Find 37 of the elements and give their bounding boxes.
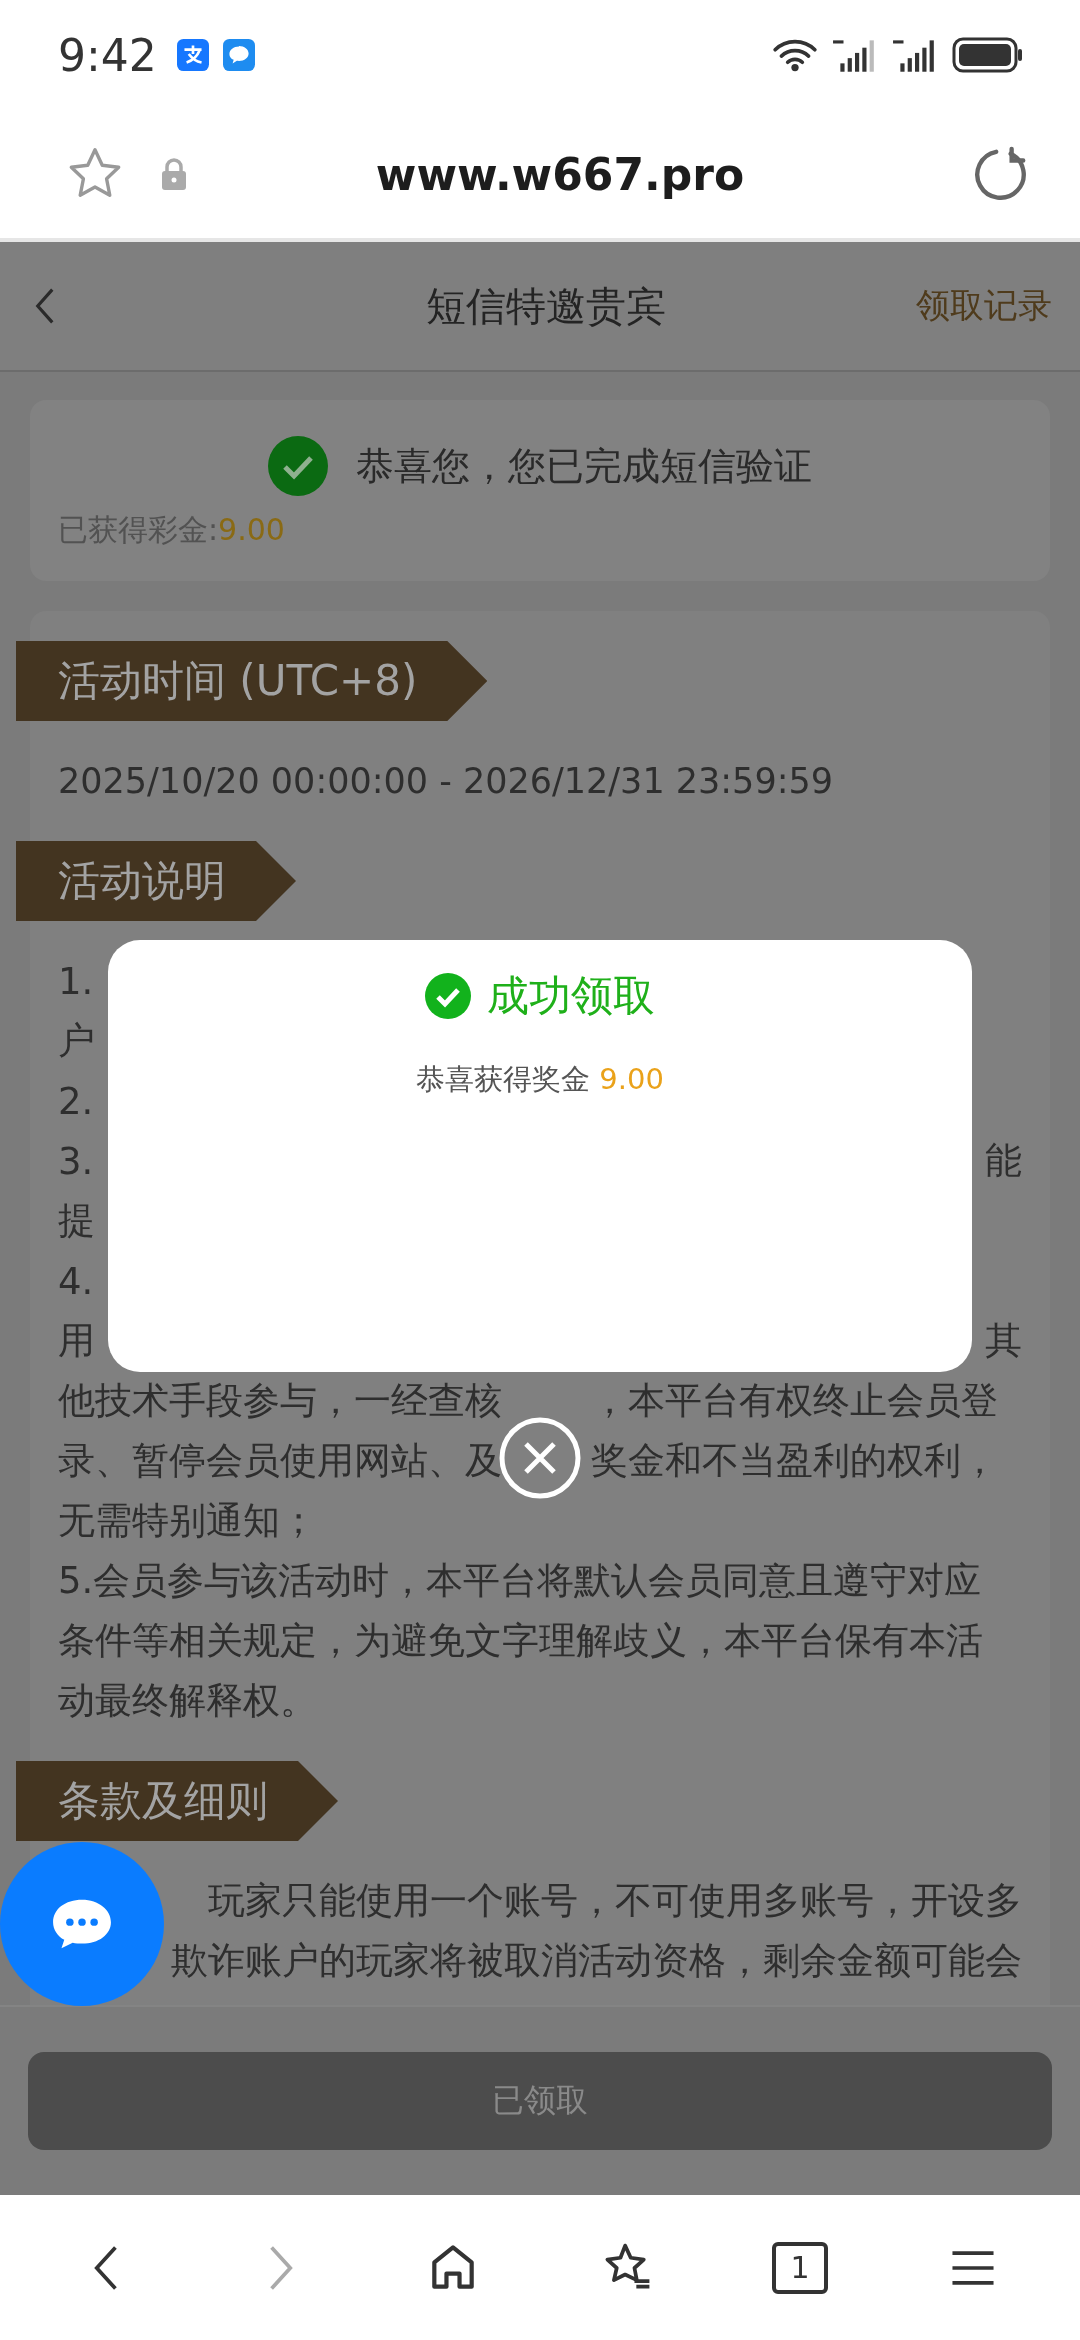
body-text: 他技术手段参与，一经查核: [58, 1378, 502, 1424]
body-text: 其: [985, 1318, 1022, 1364]
section-heading: 条款及细则: [16, 1761, 338, 1841]
lock-icon: [160, 157, 188, 191]
body-text: 提: [58, 1198, 95, 1244]
body-text: 户: [58, 1018, 95, 1064]
body-text: 2025/10/20 00:00:00 - 2026/12/31 23:59:59: [58, 761, 833, 801]
status-time: 9:42: [58, 29, 157, 81]
body-text: 1.: [58, 959, 94, 1003]
dialog-message: 恭喜获得奖金 9.00: [416, 1061, 664, 1098]
check-icon: [268, 436, 328, 496]
body-text: 无需特别通知；: [58, 1498, 317, 1544]
body-text: 动最终解释权。: [58, 1678, 317, 1724]
tabs-button[interactable]: 1: [771, 2241, 828, 2294]
body-text: 用: [58, 1318, 95, 1364]
wifi-icon: [772, 38, 818, 72]
body-text: 5.会员参与该活动时，本平台将默认会员同意且遵守对应: [58, 1558, 982, 1604]
body-text: ，本平台有权终止会员登: [590, 1378, 998, 1424]
page-title: 短信特邀贵宾: [425, 281, 667, 331]
dialog-title: 成功领取: [487, 970, 655, 1022]
body-text: 录、暂停会员使用网站、及: [58, 1438, 502, 1484]
body-text: 4.: [58, 1259, 94, 1303]
body-text: 能: [985, 1138, 1022, 1184]
chat-app-icon: [222, 39, 255, 71]
check-icon: [425, 973, 471, 1019]
body-text: 欺诈账户的玩家将被取消活动资格，剩余金额可能会: [171, 1938, 1022, 1984]
body-text: 玩家只能使用一个账号，不可使用多账号，开设多: [208, 1878, 1022, 1924]
battery-icon: [952, 37, 1024, 73]
body-text: 3.: [58, 1139, 94, 1183]
section-heading: 活动说明: [16, 841, 296, 921]
url-text[interactable]: www.w667.pro: [188, 148, 972, 200]
body-text: 条件等相关规定，为避免文字理解歧义，本平台保有本活: [58, 1618, 983, 1664]
body-text: 2.: [58, 1079, 94, 1123]
section-heading: 活动时间 (UTC+8): [16, 641, 488, 721]
app-icon: [176, 39, 209, 71]
body-text: 奖金和不当盈利的权利，: [590, 1438, 998, 1484]
verification-message: 恭喜您，您已完成短信验证: [356, 442, 812, 490]
